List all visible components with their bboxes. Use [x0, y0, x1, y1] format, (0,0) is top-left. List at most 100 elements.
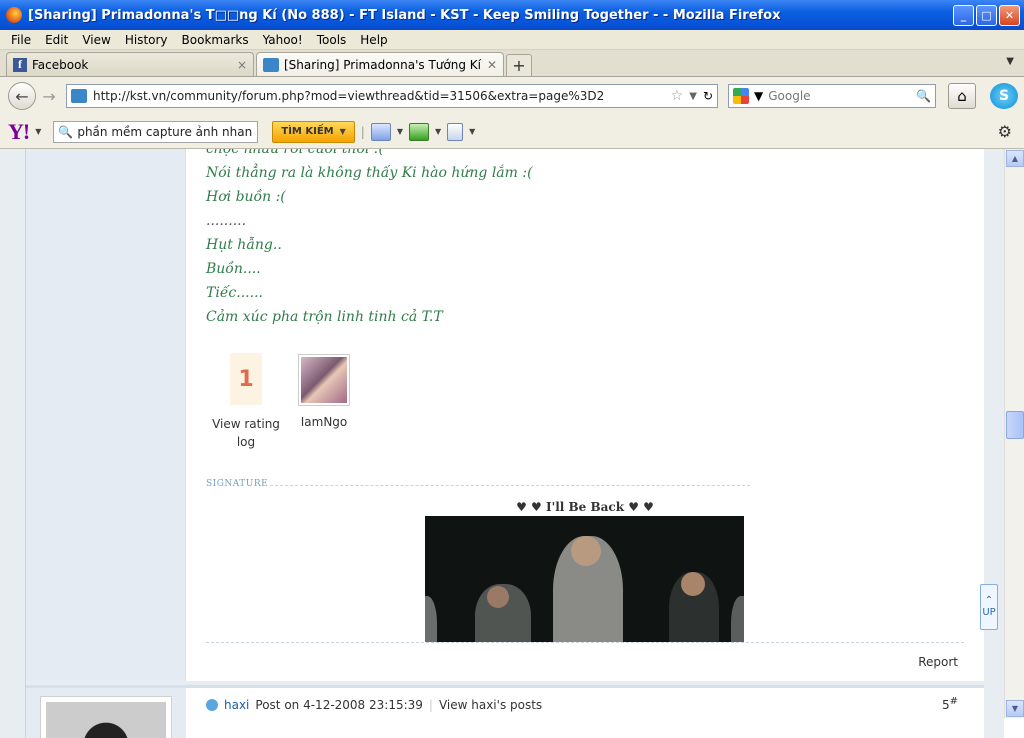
window-title: [Sharing] Primadonna's T□□ng Kí (No 888)…: [28, 7, 781, 23]
bookmark-star-icon[interactable]: ☆: [671, 88, 684, 104]
kst-favicon-icon: [263, 57, 279, 72]
scroll-down-arrow-icon[interactable]: ▼: [1006, 700, 1024, 717]
chevron-down-icon: ▼: [339, 127, 346, 136]
mail-chevron-icon[interactable]: ▼: [397, 127, 403, 136]
tab-kst-thread[interactable]: [Sharing] Primadonna's Tướng Kí (No 888.…: [256, 52, 504, 76]
view-posts-link[interactable]: View haxi's posts: [439, 698, 542, 712]
url-text[interactable]: http://kst.vn/community/forum.php?mod=vi…: [93, 89, 665, 103]
tab-list-chevron-icon[interactable]: ▼: [1006, 56, 1014, 67]
post-author-column: [26, 149, 186, 681]
view-rating-log-link[interactable]: View rating log: [210, 415, 282, 451]
skype-icon[interactable]: S: [990, 83, 1018, 109]
back-to-top-button[interactable]: ⌃ UP: [980, 584, 998, 630]
tab-label: Facebook: [32, 57, 89, 72]
maximize-button[interactable]: □: [976, 4, 997, 26]
signature-divider: [270, 485, 750, 486]
signature-title: ♥ ♥ I'll Be Back ♥ ♥: [516, 500, 654, 514]
scroll-up-arrow-icon[interactable]: ▲: [1006, 150, 1024, 167]
site-identity-icon[interactable]: [71, 89, 87, 103]
google-engine-icon[interactable]: [733, 88, 749, 104]
gear-icon[interactable]: ⚙: [998, 122, 1012, 141]
menu-tools[interactable]: Tools: [310, 33, 354, 47]
post-timestamp: Post on 4-12-2008 23:15:39: [255, 698, 423, 712]
menu-view[interactable]: View: [75, 33, 117, 47]
author-link[interactable]: haxi: [224, 698, 249, 712]
post-line: Tiếc......: [206, 285, 263, 301]
tab-facebook[interactable]: f Facebook ×: [6, 52, 254, 76]
forum-post-next: haxi Post on 4-12-2008 23:15:39 | View h…: [26, 685, 984, 738]
tab-close-icon[interactable]: ✕: [487, 58, 497, 72]
floor-mark: #: [949, 696, 958, 707]
post-floor-number[interactable]: 5#: [942, 696, 958, 712]
up-arrow-icon: ⌃: [984, 595, 994, 606]
tab-label: [Sharing] Primadonna's Tướng Kí (No 888.…: [284, 57, 482, 72]
post-line: Cảm xúc pha trộn linh tinh cả T.T: [206, 309, 443, 325]
mail-icon[interactable]: [370, 122, 391, 141]
post-line: Nói thẳng ra là không thấy Ki hào hứng l…: [206, 165, 533, 181]
menu-bar: File Edit View History Bookmarks Yahoo! …: [0, 30, 1024, 50]
post-line: Hơi buồn :(: [206, 189, 286, 205]
navigation-toolbar: ← → http://kst.vn/community/forum.php?mo…: [0, 77, 1024, 115]
report-link[interactable]: Report: [918, 655, 958, 669]
home-button[interactable]: ⌂: [948, 83, 976, 109]
avatar: [46, 702, 166, 738]
menu-help[interactable]: Help: [353, 33, 394, 47]
menu-file[interactable]: File: [4, 33, 38, 47]
url-dropdown-icon[interactable]: ▼: [689, 91, 697, 102]
search-magnifier-icon[interactable]: 🔍: [916, 89, 931, 103]
yahoo-menu-chevron-icon[interactable]: ▼: [35, 127, 41, 136]
yahoo-toolbar: Y! ▼ 🔍 TÌM KIẾM ▼ | ▼ ▼ ▼ ⚙: [0, 115, 1024, 149]
meta-separator: |: [428, 698, 433, 712]
author-avatar[interactable]: [40, 696, 172, 738]
answers-icon[interactable]: [408, 122, 429, 141]
yahoo-search-input[interactable]: [77, 124, 254, 139]
search-input[interactable]: [768, 89, 912, 103]
search-bar[interactable]: ▼ 🔍: [728, 84, 936, 108]
post-line: Hụt hẫng..: [206, 237, 282, 253]
menu-edit[interactable]: Edit: [38, 33, 75, 47]
signature-image: [425, 516, 744, 642]
page-content: chọc nhau rồi cười thôi :( Nói thẳng ra …: [0, 149, 1004, 738]
online-status-icon: [206, 699, 218, 711]
menu-history[interactable]: History: [118, 33, 175, 47]
tab-close-icon[interactable]: ×: [237, 58, 247, 72]
tab-bar: f Facebook × [Sharing] Primadonna's Tướn…: [0, 50, 1024, 77]
left-gutter: [0, 149, 26, 738]
vertical-scrollbar[interactable]: ▲ ▼: [1004, 149, 1024, 718]
reload-button[interactable]: ↻: [703, 89, 713, 103]
engine-dropdown-icon[interactable]: ▼: [754, 89, 763, 103]
firefox-icon: [6, 7, 22, 23]
minimize-button[interactable]: _: [953, 4, 974, 26]
url-bar[interactable]: http://kst.vn/community/forum.php?mod=vi…: [66, 84, 718, 108]
toolbar-divider-icon: |: [360, 124, 365, 139]
scrollbar-thumb[interactable]: [1006, 411, 1024, 439]
notepad-chevron-icon[interactable]: ▼: [469, 127, 475, 136]
rater-avatar[interactable]: [298, 354, 350, 406]
yahoo-search-button[interactable]: TÌM KIẾM ▼: [272, 120, 355, 143]
yahoo-search-box[interactable]: 🔍: [53, 120, 259, 143]
rater-name-link[interactable]: IamNgo: [292, 415, 356, 429]
yahoo-search-button-label: TÌM KIẾM: [281, 126, 334, 137]
post-line: chọc nhau rồi cười thôi :(: [206, 149, 385, 157]
rating-score[interactable]: 1: [230, 353, 262, 405]
menu-bookmarks[interactable]: Bookmarks: [175, 33, 256, 47]
answers-chevron-icon[interactable]: ▼: [435, 127, 441, 136]
post-line: Buồn....: [206, 261, 261, 277]
back-to-top-label: UP: [982, 607, 996, 618]
window-titlebar[interactable]: [Sharing] Primadonna's T□□ng Kí (No 888)…: [0, 0, 1024, 30]
signature-label: SIGNATURE: [206, 479, 269, 489]
post-meta: haxi Post on 4-12-2008 23:15:39 | View h…: [206, 698, 542, 712]
forum-post: chọc nhau rồi cười thôi :( Nói thẳng ra …: [26, 149, 984, 681]
post-footer-divider: [206, 642, 964, 643]
new-tab-button[interactable]: +: [506, 54, 532, 76]
close-window-button[interactable]: ✕: [999, 4, 1020, 26]
post-author-column: [26, 688, 186, 738]
post-line: .........: [206, 213, 247, 229]
yahoo-logo[interactable]: Y!: [8, 119, 30, 145]
menu-yahoo[interactable]: Yahoo!: [256, 33, 310, 47]
back-button[interactable]: ←: [8, 82, 36, 110]
post-body: chọc nhau rồi cười thôi :( Nói thẳng ra …: [186, 149, 984, 681]
notepad-icon[interactable]: [447, 122, 464, 141]
search-icon: 🔍: [58, 124, 74, 139]
forward-button[interactable]: →: [40, 82, 58, 110]
